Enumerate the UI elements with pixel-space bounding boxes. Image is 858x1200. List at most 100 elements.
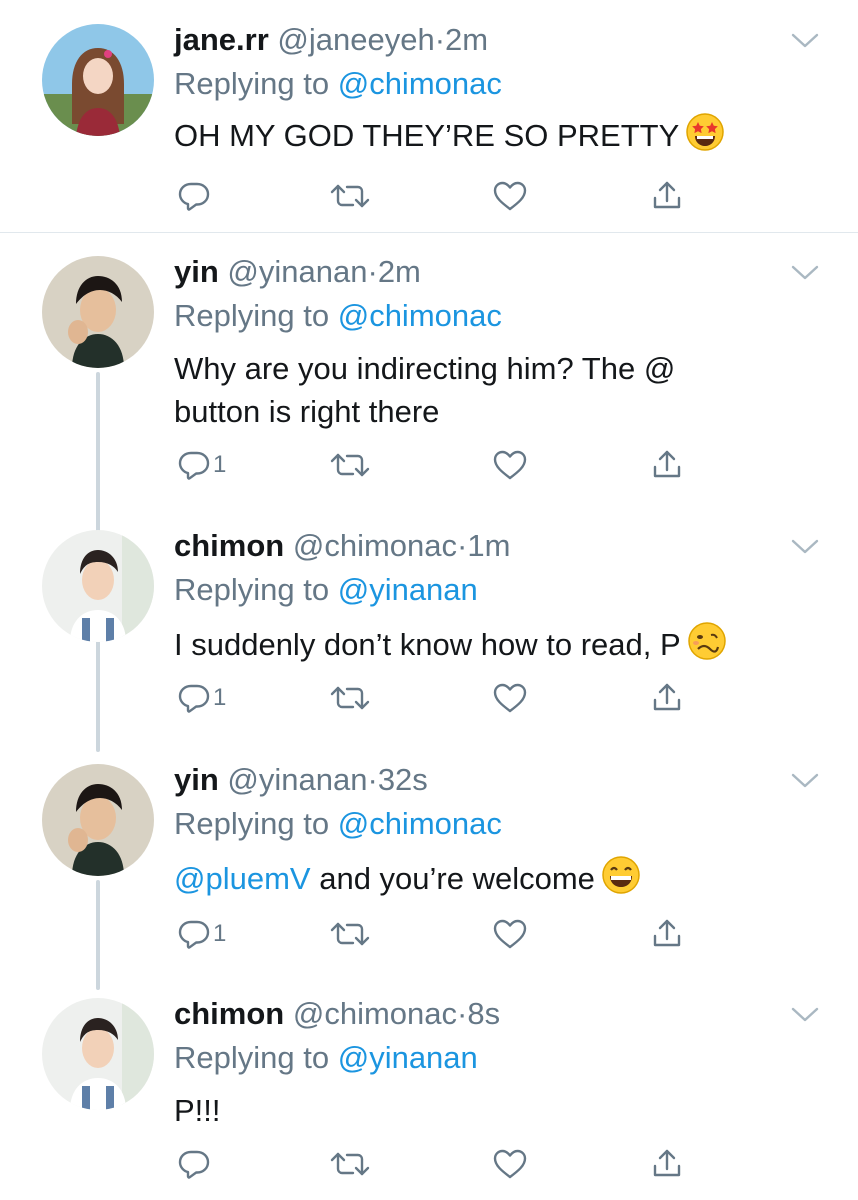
avatar[interactable]: [42, 998, 154, 1110]
tweet-actions: [0, 176, 858, 216]
chevron-down-icon[interactable]: [790, 536, 820, 556]
share-icon: [651, 918, 683, 950]
star-struck-emoji: [685, 112, 725, 163]
tweet-text-content: I suddenly don’t know how to read, P: [174, 627, 681, 662]
tweet[interactable]: jane.rr @janeeyeh·2m Replying to @chimon…: [0, 20, 858, 232]
tweet-actions: 1: [0, 445, 858, 485]
share-icon: [651, 180, 683, 212]
replying-to-mention[interactable]: @chimonac: [338, 66, 502, 101]
heart-icon: [493, 180, 527, 212]
timestamp[interactable]: 2m: [378, 254, 421, 289]
tweet[interactable]: chimon @chimonac·1m Replying to @yinanan…: [0, 526, 858, 736]
retweet-icon: [330, 682, 370, 714]
chevron-down-icon[interactable]: [790, 262, 820, 282]
reply-count: 1: [213, 920, 227, 947]
tweet-header: yin @yinanan·2m: [174, 252, 421, 292]
tweet-header: chimon @chimonac·1m: [174, 526, 510, 566]
replying-to: Replying to @chimonac: [174, 804, 502, 844]
avatar[interactable]: [42, 24, 154, 136]
replying-to: Replying to @yinanan: [174, 570, 478, 610]
tweet-text: OH MY GOD THEY’RE SO PRETTY: [174, 112, 794, 163]
like-button[interactable]: [493, 445, 527, 485]
user-handle[interactable]: @chimonac: [293, 996, 457, 1031]
tweet-actions: [0, 1144, 858, 1184]
user-handle[interactable]: @yinanan: [227, 254, 367, 289]
avatar[interactable]: [42, 530, 154, 642]
retweet-button[interactable]: [330, 445, 370, 485]
tweet[interactable]: chimon @chimonac·8s Replying to @yinanan…: [0, 994, 858, 1200]
heart-icon: [493, 682, 527, 714]
timestamp[interactable]: 8s: [467, 996, 500, 1031]
tweet-header: yin @yinanan·32s: [174, 760, 428, 800]
timestamp[interactable]: 32s: [378, 762, 428, 797]
replying-to-label: Replying to: [174, 806, 330, 841]
retweet-button[interactable]: [330, 176, 370, 216]
replying-to: Replying to @chimonac: [174, 64, 502, 104]
tweet-text-content: and you’re welcome: [310, 861, 595, 896]
display-name[interactable]: yin: [174, 254, 219, 289]
tweet-text: @pluemV and you’re welcome: [174, 855, 794, 906]
display-name[interactable]: chimon: [174, 996, 284, 1031]
replying-to-mention[interactable]: @yinanan: [338, 1040, 478, 1075]
like-button[interactable]: [493, 176, 527, 216]
separator-dot: ·: [367, 762, 378, 797]
share-button[interactable]: [651, 176, 683, 216]
tweet-text-content: P!!!: [174, 1093, 221, 1128]
reply-button[interactable]: 1: [178, 678, 226, 718]
retweet-button[interactable]: [330, 1144, 370, 1184]
chevron-down-icon[interactable]: [790, 770, 820, 790]
chevron-down-icon[interactable]: [790, 1004, 820, 1024]
reply-count: 1: [213, 684, 227, 711]
retweet-icon: [330, 449, 370, 481]
tweet-mention-link[interactable]: @pluemV: [174, 861, 311, 896]
tweet-text-line: button is right there: [174, 394, 440, 429]
retweet-icon: [330, 918, 370, 950]
display-name[interactable]: yin: [174, 762, 219, 797]
replying-to: Replying to @yinanan: [174, 1038, 478, 1078]
retweet-icon: [330, 180, 370, 212]
reply-button[interactable]: 1: [178, 914, 226, 954]
woozy-face-emoji: [687, 621, 727, 672]
share-icon: [651, 449, 683, 481]
tweet[interactable]: yin @yinanan·32s Replying to @chimonac @…: [0, 760, 858, 970]
timestamp[interactable]: 2m: [445, 22, 488, 57]
share-button[interactable]: [651, 1144, 683, 1184]
avatar[interactable]: [42, 256, 154, 368]
chevron-down-icon[interactable]: [790, 30, 820, 50]
display-name[interactable]: jane.rr: [174, 22, 269, 57]
retweet-button[interactable]: [330, 914, 370, 954]
reply-button[interactable]: 1: [178, 445, 226, 485]
user-handle[interactable]: @janeeyeh: [277, 22, 434, 57]
share-icon: [651, 1148, 683, 1180]
share-button[interactable]: [651, 678, 683, 718]
replying-to-mention[interactable]: @chimonac: [338, 806, 502, 841]
user-handle[interactable]: @chimonac: [293, 528, 457, 563]
avatar[interactable]: [42, 764, 154, 876]
tweet-actions: 1: [0, 914, 858, 954]
reply-icon: [178, 449, 210, 481]
reply-button[interactable]: [178, 176, 213, 216]
like-button[interactable]: [493, 914, 527, 954]
share-button[interactable]: [651, 914, 683, 954]
tweet-header: chimon @chimonac·8s: [174, 994, 500, 1034]
tweet-actions: 1: [0, 678, 858, 718]
share-button[interactable]: [651, 445, 683, 485]
replying-to-label: Replying to: [174, 298, 330, 333]
replying-to-label: Replying to: [174, 66, 330, 101]
display-name[interactable]: chimon: [174, 528, 284, 563]
replying-to-mention[interactable]: @yinanan: [338, 572, 478, 607]
user-handle[interactable]: @yinanan: [227, 762, 367, 797]
reply-icon: [178, 1148, 210, 1180]
retweet-button[interactable]: [330, 678, 370, 718]
divider: [0, 232, 858, 233]
separator-dot: ·: [367, 254, 378, 289]
heart-icon: [493, 918, 527, 950]
reply-count: 1: [213, 451, 227, 478]
timestamp[interactable]: 1m: [467, 528, 510, 563]
like-button[interactable]: [493, 678, 527, 718]
like-button[interactable]: [493, 1144, 527, 1184]
replying-to-mention[interactable]: @chimonac: [338, 298, 502, 333]
tweet[interactable]: yin @yinanan·2m Replying to @chimonac Wh…: [0, 252, 858, 502]
tweet-text-content: OH MY GOD THEY’RE SO PRETTY: [174, 118, 680, 153]
reply-button[interactable]: [178, 1144, 213, 1184]
